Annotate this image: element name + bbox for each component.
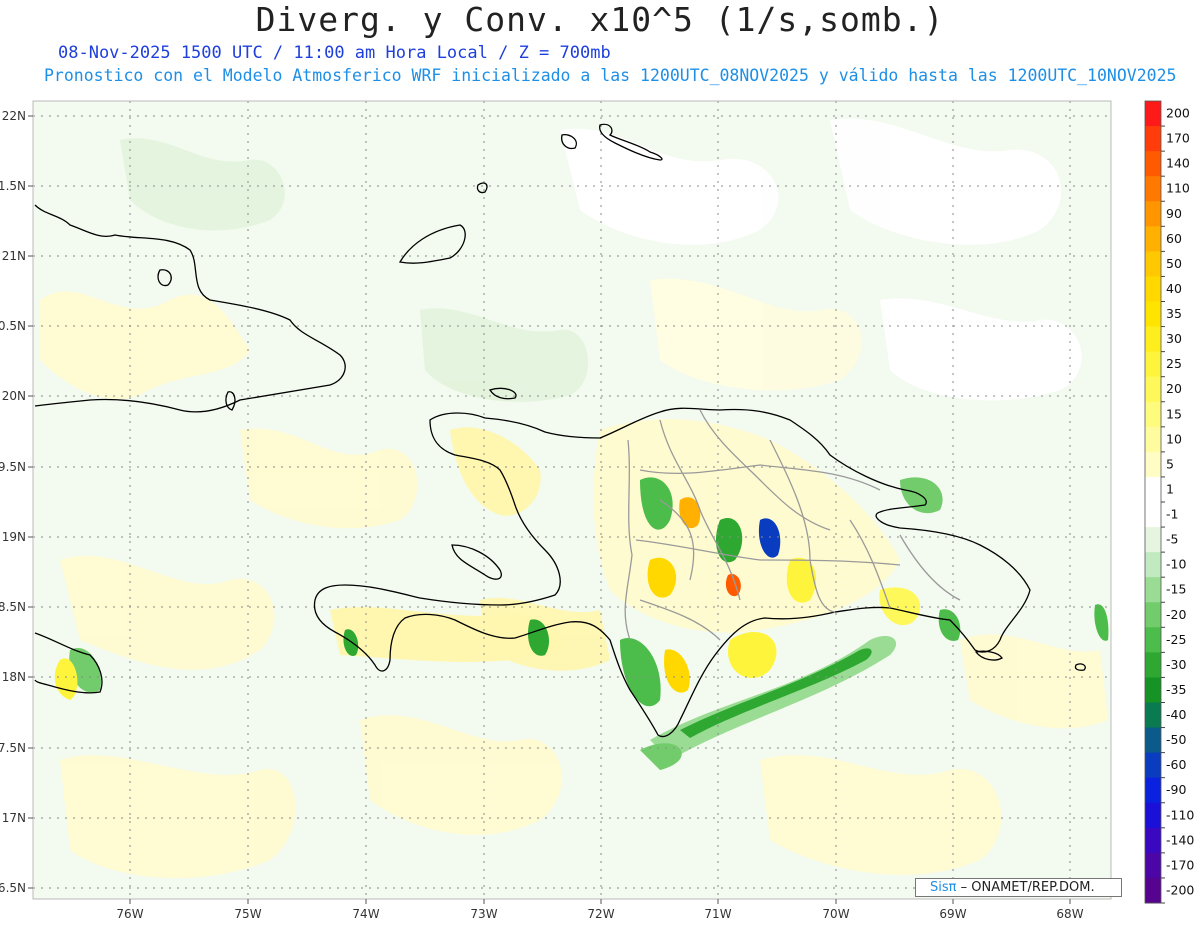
colorbar-swatch xyxy=(1145,251,1161,277)
lon-label: 73W xyxy=(470,907,497,921)
colorbar-swatch xyxy=(1145,827,1161,854)
colorbar-swatch xyxy=(1145,502,1161,528)
colorbar-label: 10 xyxy=(1166,431,1182,446)
colorbar-swatch xyxy=(1145,602,1161,628)
colorbar-swatch xyxy=(1145,476,1161,503)
lon-label: 74W xyxy=(352,907,379,921)
colorbar-label: 110 xyxy=(1166,181,1190,196)
colorbar-label: -40 xyxy=(1166,707,1186,722)
colorbar-swatch xyxy=(1145,677,1161,703)
lon-label: 72W xyxy=(587,907,614,921)
colorbar-swatch xyxy=(1145,727,1161,754)
colorbar: 200 170 140 110 90 60 50 40 35 30 25 20 15 10 5 1 -1 -5 -1… xyxy=(1144,100,1194,904)
colorbar-swatch xyxy=(1145,176,1161,202)
colorbar-swatch xyxy=(1145,577,1161,603)
colorbar-label: -10 xyxy=(1166,557,1186,572)
longitude-labels: 76W 75W 74W 73W 72W 71W 70W 69W 68W xyxy=(116,899,1084,921)
colorbar-swatch xyxy=(1145,777,1161,804)
colorbar-label: 200 xyxy=(1166,106,1190,121)
lat-label: 21N xyxy=(2,249,26,263)
colorbar-swatch xyxy=(1145,201,1161,227)
colorbar-swatch xyxy=(1145,151,1161,177)
colorbar-label: 1 xyxy=(1166,481,1174,496)
lat-label: 21.5N xyxy=(0,179,26,193)
colorbar-swatch xyxy=(1145,877,1161,904)
lon-label: 71W xyxy=(704,907,731,921)
colorbar-swatch xyxy=(1145,301,1161,328)
credit-sis: Sisπ xyxy=(930,880,957,895)
colorbar-label: -60 xyxy=(1166,757,1186,772)
lat-label: 19.5N xyxy=(0,460,26,474)
lat-label: 19N xyxy=(2,530,26,544)
colorbar-label: 90 xyxy=(1166,206,1182,221)
colorbar-label: -15 xyxy=(1166,582,1186,597)
colorbar-swatch xyxy=(1145,226,1161,252)
lat-label: 16.5N xyxy=(0,881,26,895)
lat-label: 18N xyxy=(2,670,26,684)
colorbar-label: -30 xyxy=(1166,657,1186,672)
lat-label: 17N xyxy=(2,811,26,825)
colorbar-label: -25 xyxy=(1166,632,1186,647)
colorbar-label: 140 xyxy=(1166,156,1190,171)
lat-label: 17.5N xyxy=(0,741,26,755)
lat-label: 22N xyxy=(2,109,26,123)
colorbar-swatch xyxy=(1145,401,1161,428)
colorbar-swatch xyxy=(1145,652,1161,678)
colorbar-label: -35 xyxy=(1166,682,1186,697)
lat-label: 18.5N xyxy=(0,600,26,614)
colorbar-swatch xyxy=(1145,351,1161,378)
colorbar-swatch xyxy=(1145,451,1161,478)
colorbar-label: -50 xyxy=(1166,732,1186,747)
colorbar-swatch xyxy=(1145,101,1161,127)
colorbar-swatch xyxy=(1145,852,1161,879)
colorbar-swatch xyxy=(1145,126,1161,152)
colorbar-label: 170 xyxy=(1166,131,1190,146)
credit-text: – ONAMET/REP.DOM. xyxy=(956,880,1095,895)
colorbar-swatch xyxy=(1145,802,1161,829)
colorbar-label: 25 xyxy=(1166,356,1182,371)
colorbar-swatch xyxy=(1145,752,1161,779)
colorbar-label: -170 xyxy=(1166,857,1194,872)
colorbar-label: -200 xyxy=(1166,882,1194,897)
latitude-labels: 22N 21.5N 21N 20.5N 20N 19.5N 19N 18.5N 18N 17.5N… xyxy=(0,109,33,895)
colorbar-label: 5 xyxy=(1166,456,1174,471)
colorbar-label: 15 xyxy=(1166,406,1182,421)
lon-label: 70W xyxy=(822,907,849,921)
lon-label: 75W xyxy=(234,907,261,921)
colorbar-label: 60 xyxy=(1166,231,1182,246)
lon-label: 68W xyxy=(1056,907,1083,921)
colorbar-label: 40 xyxy=(1166,281,1182,296)
colorbar-swatch xyxy=(1145,426,1161,453)
lon-label: 69W xyxy=(939,907,966,921)
lon-label: 76W xyxy=(116,907,143,921)
lat-label: 20N xyxy=(2,389,26,403)
colorbar-swatch xyxy=(1145,376,1161,403)
colorbar-label: 35 xyxy=(1166,306,1182,321)
colorbar-label: -5 xyxy=(1166,532,1178,547)
colorbar-swatch xyxy=(1145,627,1161,653)
colorbar-label: 30 xyxy=(1166,331,1182,346)
colorbar-swatch xyxy=(1145,276,1161,302)
colorbar-swatch xyxy=(1145,326,1161,353)
colorbar-label: 20 xyxy=(1166,381,1182,396)
colorbar-swatch xyxy=(1145,527,1161,553)
colorbar-label: -90 xyxy=(1166,782,1186,797)
colorbar-label: -110 xyxy=(1166,807,1194,822)
colorbar-label: 50 xyxy=(1166,256,1182,271)
forecast-map: 22N 21.5N 21N 20.5N 20N 19.5N 19N 18.5N 18N 17.5N… xyxy=(0,100,1194,921)
colorbar-swatch xyxy=(1145,702,1161,729)
colorbar-label: -140 xyxy=(1166,832,1194,847)
credit-box: Sisπ – ONAMET/REP.DOM. xyxy=(915,878,1122,897)
colorbar-label: -20 xyxy=(1166,607,1186,622)
lat-label: 20.5N xyxy=(0,319,26,333)
colorbar-swatch xyxy=(1145,552,1161,578)
field-patch xyxy=(60,755,296,879)
colorbar-label: -1 xyxy=(1166,507,1178,522)
